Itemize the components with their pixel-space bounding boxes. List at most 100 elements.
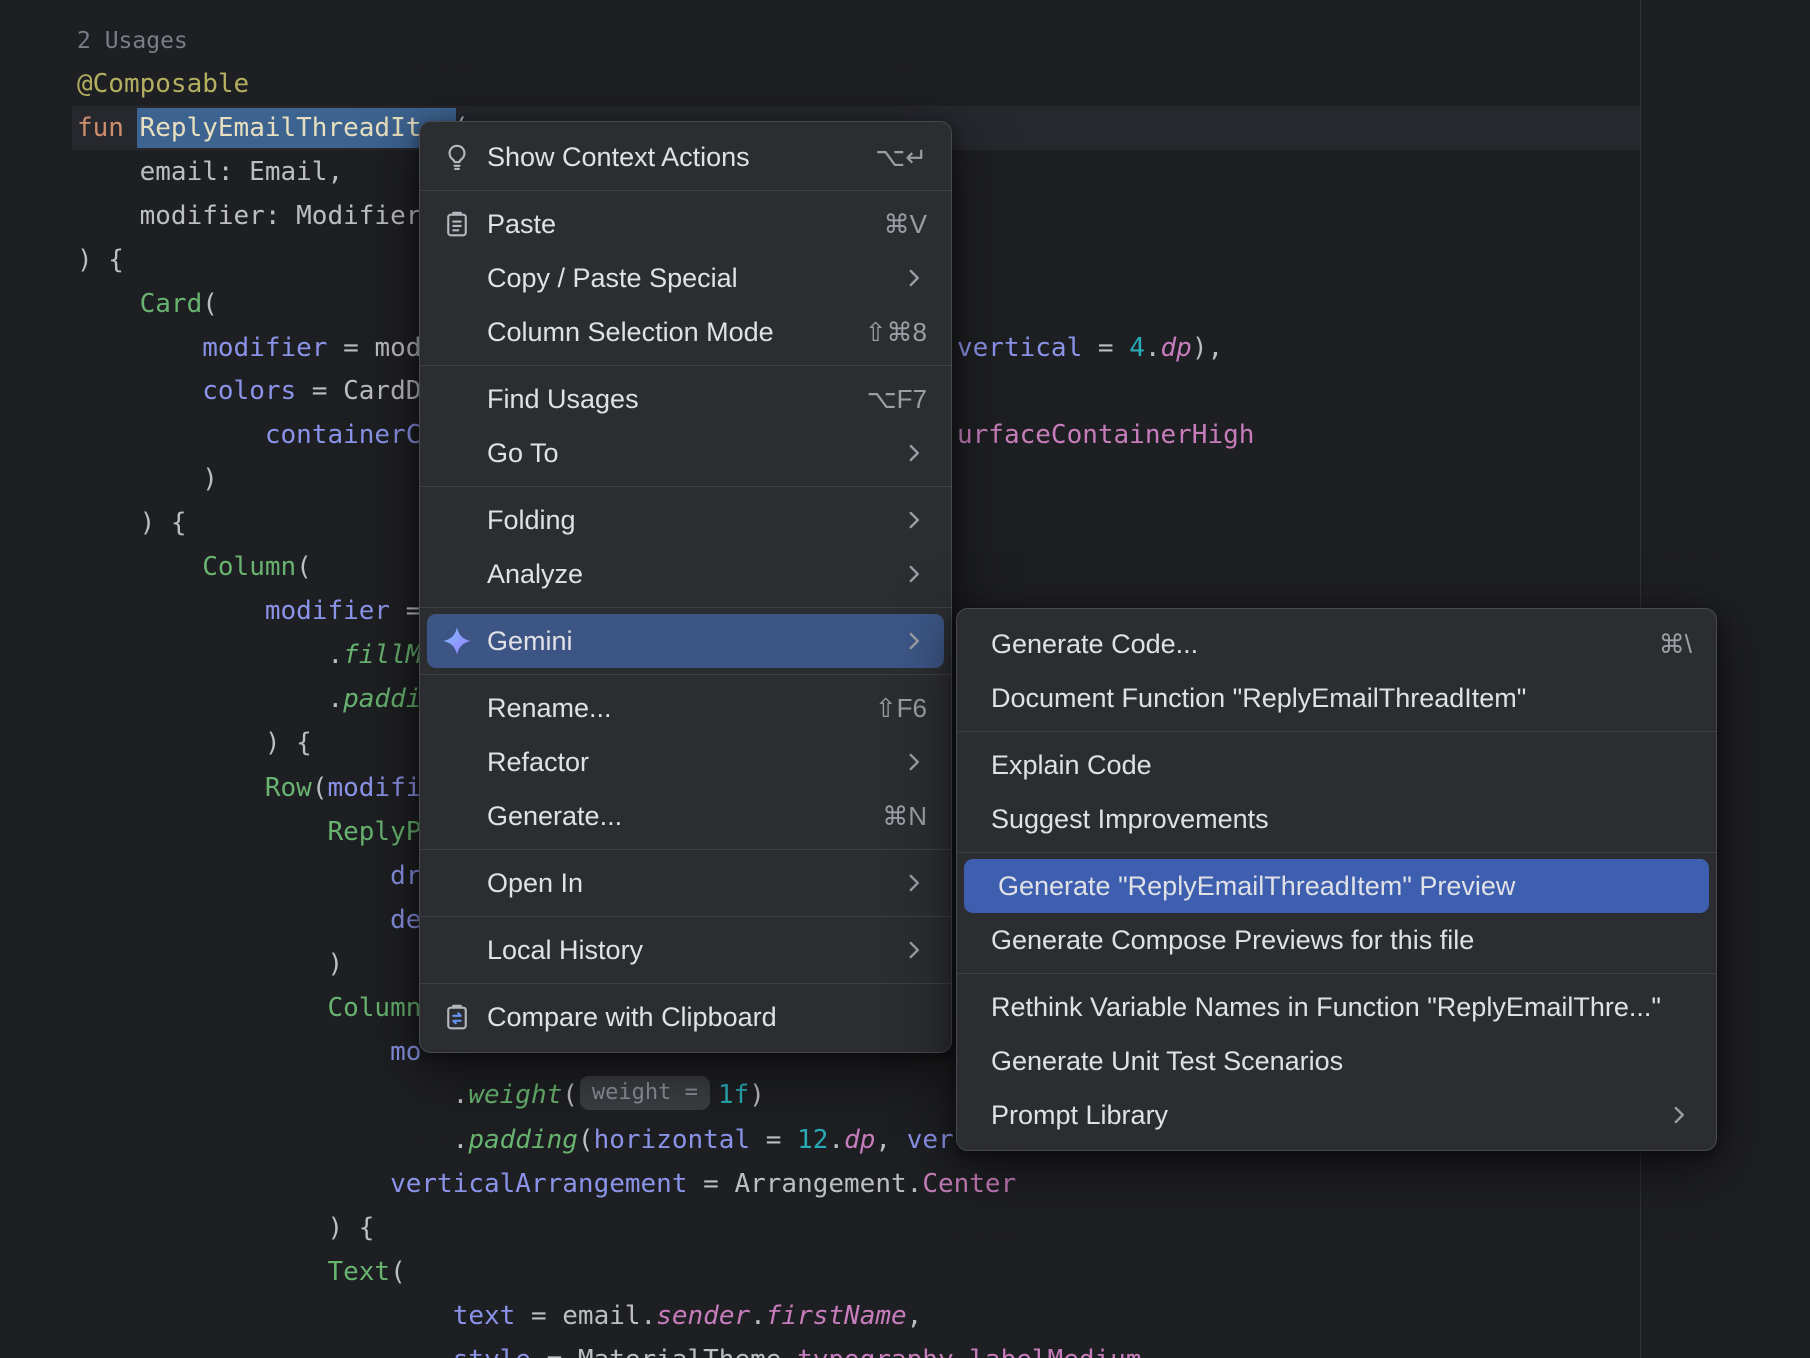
code-line[interactable]: ) { <box>77 721 312 765</box>
menu-item-label: Copy / Paste Special <box>487 263 865 294</box>
code-token: typography <box>797 1345 954 1358</box>
menu-item-label: Open In <box>487 868 865 899</box>
code-line[interactable]: .padding(horizontal = 12.dp, ver <box>77 1118 954 1162</box>
code-line[interactable]: Card( <box>77 282 218 326</box>
chevron-right-icon <box>901 440 927 466</box>
code-line[interactable]: modifier: Modifier <box>77 194 421 238</box>
code-token: modifier <box>265 596 390 626</box>
menu-item-go-to[interactable]: Go To <box>420 426 951 480</box>
code-token: = email. <box>515 1301 656 1331</box>
menu-item-document-function-replyemailthreaditem[interactable]: Document Function "ReplyEmailThreadItem" <box>957 671 1716 725</box>
menu-item-generate[interactable]: Generate...⌘N <box>420 789 951 843</box>
code-line[interactable]: containerCurfaceContainerHigh <box>77 413 421 457</box>
chevron-right-icon <box>901 870 927 896</box>
code-token: email: Email, <box>77 157 343 187</box>
code-token: ver <box>907 1125 954 1155</box>
code-line[interactable]: .fillM <box>77 633 421 677</box>
icon-slot-empty <box>440 933 474 967</box>
menu-separator <box>420 365 951 366</box>
menu-item-paste[interactable]: Paste⌘V <box>420 197 951 251</box>
menu-item-label: Rename... <box>487 693 839 724</box>
code-line[interactable]: ) { <box>77 238 124 282</box>
menu-separator <box>420 916 951 917</box>
code-line[interactable]: text = email.sender.firstName, <box>77 1294 922 1338</box>
code-token: labelMedium <box>969 1345 1141 1358</box>
menu-item-copy-paste-special[interactable]: Copy / Paste Special <box>420 251 951 305</box>
code-token: sender <box>656 1301 750 1331</box>
paste-icon <box>440 207 474 241</box>
icon-slot-empty <box>440 315 474 349</box>
function-declaration-line[interactable]: fun ReplyEmailThreadItem( <box>77 106 468 150</box>
code-line[interactable]: verticalArrangement = Arrangement.Center <box>77 1162 1016 1206</box>
menu-separator <box>420 486 951 487</box>
code-line[interactable]: mo <box>77 1030 421 1074</box>
code-line[interactable]: modifier = <box>77 589 421 633</box>
menu-item-label: Analyze <box>487 559 865 590</box>
menu-item-generate-replyemailthreaditem-preview[interactable]: Generate "ReplyEmailThreadItem" Preview <box>964 859 1709 913</box>
usages-inlay[interactable]: 2 Usages <box>77 18 188 62</box>
code-token: mo <box>390 1037 421 1067</box>
code-line[interactable]: .paddi <box>77 677 421 721</box>
menu-item-explain-code[interactable]: Explain Code <box>957 738 1716 792</box>
code-line[interactable]: ) { <box>77 1206 374 1250</box>
code-line[interactable]: style = MaterialTheme.typography.labelMe… <box>77 1338 1141 1358</box>
code-line[interactable]: modifier = modvertical = 4.dp), <box>77 326 421 370</box>
code-line[interactable]: ) { <box>77 501 187 545</box>
menu-item-gemini[interactable]: Gemini <box>427 614 944 668</box>
code-line[interactable]: email: Email, <box>77 150 343 194</box>
menu-item-column-selection-mode[interactable]: Column Selection Mode⇧⌘8 <box>420 305 951 359</box>
menu-item-find-usages[interactable]: Find Usages⌥F7 <box>420 372 951 426</box>
code-line[interactable]: Column( <box>77 986 437 1030</box>
code-line[interactable]: dr <box>77 854 421 898</box>
code-line[interactable]: .weight(weight =1f) <box>77 1073 765 1117</box>
menu-item-refactor[interactable]: Refactor <box>420 735 951 789</box>
code-line[interactable]: ) <box>77 942 343 986</box>
menu-item-open-in[interactable]: Open In <box>420 856 951 910</box>
code-token: ) { <box>77 245 124 275</box>
menu-item-compare-with-clipboard[interactable]: Compare with Clipboard <box>420 990 951 1044</box>
code-token: weight <box>468 1080 562 1110</box>
code-token: @Composable <box>77 69 249 99</box>
code-token: . <box>828 1125 844 1155</box>
menu-item-analyze[interactable]: Analyze <box>420 547 951 601</box>
menu-item-label: Generate Unit Test Scenarios <box>991 1046 1692 1077</box>
code-token: . <box>77 684 343 714</box>
menu-item-folding[interactable]: Folding <box>420 493 951 547</box>
menu-shortcut: ⇧⌘8 <box>865 317 927 348</box>
menu-separator <box>420 849 951 850</box>
code-fragment: urfaceContainerHigh <box>957 413 1254 457</box>
code-line[interactable]: de <box>77 898 421 942</box>
menu-item-generate-code[interactable]: Generate Code...⌘\ <box>957 617 1716 671</box>
code-line[interactable]: colors = CardD <box>77 369 421 413</box>
menu-separator <box>420 674 951 675</box>
code-line[interactable]: Row(modifi <box>77 766 421 810</box>
menu-item-generate-unit-test-scenarios[interactable]: Generate Unit Test Scenarios <box>957 1034 1716 1088</box>
menu-item-rename[interactable]: Rename...⇧F6 <box>420 681 951 735</box>
code-token: dp <box>844 1125 875 1155</box>
code-token: ( <box>562 1080 578 1110</box>
icon-slot-empty <box>440 799 474 833</box>
menu-item-show-context-actions[interactable]: Show Context Actions⌥↵ <box>420 130 951 184</box>
code-line[interactable]: Column( <box>77 545 312 589</box>
code-token: . <box>1145 333 1161 363</box>
code-line[interactable]: @Composable <box>77 62 249 106</box>
code-line[interactable]: ) <box>77 457 218 501</box>
code-line[interactable]: ReplyP <box>77 810 421 854</box>
inlay-parameter-hint[interactable]: weight = <box>580 1076 710 1110</box>
compare-clipboard-icon <box>440 1000 474 1034</box>
code-token: style <box>453 1345 531 1358</box>
code-token: = <box>1082 333 1129 363</box>
icon-slot-empty <box>440 691 474 725</box>
menu-item-local-history[interactable]: Local History <box>420 923 951 977</box>
icon-slot-empty <box>440 866 474 900</box>
code-token <box>77 817 327 847</box>
code-token: ReplyP <box>327 817 421 847</box>
menu-item-label: Generate Code... <box>991 629 1623 660</box>
code-token <box>77 333 202 363</box>
menu-item-suggest-improvements[interactable]: Suggest Improvements <box>957 792 1716 846</box>
menu-item-prompt-library[interactable]: Prompt Library <box>957 1088 1716 1142</box>
menu-item-generate-compose-previews-for-this-file[interactable]: Generate Compose Previews for this file <box>957 913 1716 967</box>
menu-item-rethink-variable-names-in-function-replyemailthre[interactable]: Rethink Variable Names in Function "Repl… <box>957 980 1716 1034</box>
code-line[interactable]: Text( <box>77 1250 406 1294</box>
icon-slot-empty <box>440 261 474 295</box>
